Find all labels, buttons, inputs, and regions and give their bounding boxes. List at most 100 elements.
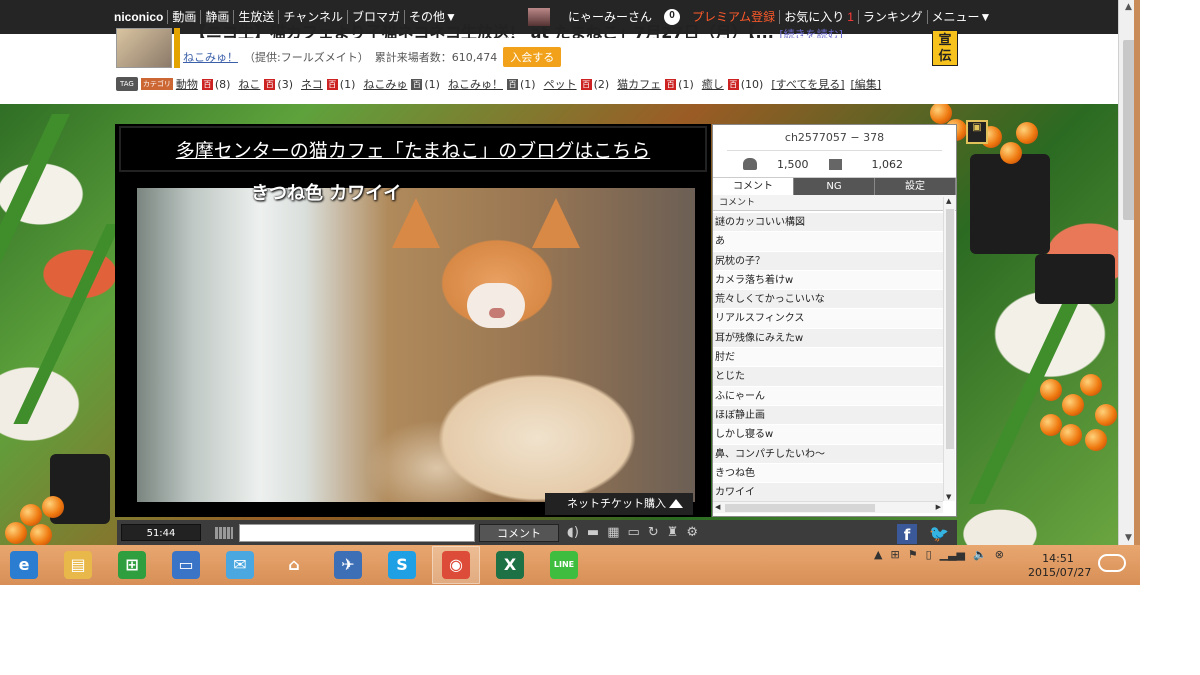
comment-row[interactable]: きつね色 — [713, 463, 943, 484]
video-stream[interactable] — [137, 188, 695, 502]
tag-link[interactable]: ねこみゅ！ — [448, 76, 503, 92]
encyclopedia-icon[interactable]: 百 — [727, 78, 739, 90]
scroll-thumb[interactable] — [946, 209, 954, 449]
community-thumbnail[interactable] — [116, 28, 172, 68]
windows-icon[interactable]: ⊞ — [890, 548, 899, 561]
scroll-down-icon[interactable]: ▼ — [1125, 533, 1132, 543]
comment-row[interactable]: 謎のカッコいい構図 — [713, 213, 943, 233]
taskbar-app-lenovo[interactable]: ▭ — [162, 546, 210, 584]
taskbar-app-thunderbird[interactable]: ✈ — [324, 546, 372, 584]
scroll-left-icon[interactable]: ◀ — [715, 503, 720, 511]
tag-link[interactable]: ペット — [544, 76, 577, 92]
comment-row[interactable]: ほぼ静止画 — [713, 405, 943, 426]
settings-icon[interactable]: ⚙ — [686, 525, 698, 540]
keyboard-icon[interactable] — [215, 526, 233, 539]
promote-badge[interactable]: 宣伝 — [932, 30, 958, 66]
speaker-icon[interactable]: 🔈 — [973, 548, 987, 561]
community-link[interactable]: ねこみゅ！ — [183, 49, 238, 65]
close-circle-icon[interactable]: ⊗ — [995, 548, 1004, 561]
scroll-up-icon[interactable]: ▲ — [946, 197, 951, 205]
tag-link[interactable]: 猫カフェ — [617, 76, 661, 92]
twitter-icon[interactable]: 🐦 — [929, 524, 949, 544]
scroll-down-icon[interactable]: ▼ — [946, 493, 951, 501]
scroll-up-icon[interactable]: ▲ — [1125, 2, 1132, 12]
tag-link[interactable]: ねこ — [238, 76, 260, 92]
tray-expand-icon[interactable]: ▲ — [874, 548, 882, 561]
comment-submit-button[interactable]: コメント — [479, 523, 559, 542]
taskbar-app-skype[interactable]: S — [378, 546, 426, 584]
comment-horizontal-scrollbar[interactable]: ◀ ▶ — [713, 501, 943, 513]
premium-link[interactable]: プレミアム登録 — [688, 10, 781, 24]
nav-item[interactable]: 生放送 — [234, 10, 280, 24]
net-ticket-button[interactable]: ネットチケット購入 — [545, 493, 693, 515]
taskbar-app-home[interactable]: ⌂ — [270, 546, 318, 584]
facebook-icon[interactable]: f — [897, 524, 917, 544]
taskbar-app-mail[interactable]: ✉ — [216, 546, 264, 584]
comment-row[interactable]: 荒々しくてかっこいいな — [713, 290, 943, 310]
battery-icon[interactable]: ▯ — [926, 548, 932, 561]
nav-item[interactable]: 静画 — [201, 10, 235, 24]
encyclopedia-icon[interactable]: 百 — [506, 78, 518, 90]
encyclopedia-icon[interactable]: 百 — [580, 78, 592, 90]
favorites-link[interactable]: お気に入り 1 — [780, 10, 859, 24]
encyclopedia-icon[interactable]: 百 — [665, 78, 677, 90]
scroll-thumb[interactable] — [725, 504, 875, 512]
taskbar-app-excel[interactable]: X — [486, 546, 534, 584]
comment-row[interactable]: 耳が残像にみえたw — [713, 328, 943, 349]
encyclopedia-icon[interactable]: 百 — [201, 78, 213, 90]
screen-mode-icon[interactable]: ▭ — [628, 525, 640, 540]
read-more-link[interactable]: [続きを読む] — [779, 28, 843, 38]
encyclopedia-icon[interactable]: 百 — [264, 78, 276, 90]
nav-item[interactable]: 動画 — [168, 10, 202, 24]
comment-row[interactable]: カワイイ — [713, 483, 943, 501]
comment-row[interactable]: とじた — [713, 367, 943, 387]
taskbar-app-store[interactable]: ⊞ — [108, 546, 156, 584]
comment-row[interactable]: カメラ落ち着けw — [713, 270, 943, 291]
quality-icon[interactable]: ▦ — [607, 525, 619, 540]
tab-settings[interactable]: 設定 — [875, 178, 956, 195]
gift-icon[interactable]: ▣ — [966, 120, 988, 144]
comment-list[interactable]: 謎のカッコいい構図あ尻枕の子？ カメラ落ち着けw 荒々しくてかっこいいな リアルスフィ… — [713, 213, 943, 501]
comment-list-header[interactable]: コメント — [713, 195, 956, 211]
notification-badge[interactable]: 0 — [664, 9, 681, 25]
comment-row[interactable]: リアルスフィンクス — [713, 309, 943, 329]
clock[interactable]: 14:51 2015/07/27 — [1028, 552, 1091, 580]
game-icon[interactable]: ♜ — [667, 525, 679, 540]
tag-link[interactable]: ねこみゅ — [363, 76, 407, 92]
scroll-right-icon[interactable]: ▶ — [936, 503, 941, 511]
comment-row[interactable]: 鼻、コンパチしたいわ〜 — [713, 444, 943, 464]
flag-icon[interactable]: ⚑ — [908, 548, 918, 561]
tag-link[interactable]: 癒し — [702, 76, 724, 92]
join-button[interactable]: 入会する — [503, 47, 562, 67]
taskbar-app-file-explorer[interactable]: ▤ — [54, 546, 102, 584]
tab-comments[interactable]: コメント — [713, 178, 794, 195]
nav-item[interactable]: niconico — [110, 10, 169, 24]
encyclopedia-icon[interactable]: 百 — [326, 78, 338, 90]
nav-item[interactable]: その他▼ — [405, 10, 461, 24]
comment-row[interactable]: しかし寝るw — [713, 425, 943, 445]
player-banner-link[interactable]: 多摩センターの猫カフェ「たまねこ」のブログはこちら — [119, 126, 707, 172]
reload-icon[interactable]: ↻ — [648, 525, 659, 540]
tag-link[interactable]: 動物 — [176, 76, 198, 92]
comment-row[interactable]: 尻枕の子？ — [713, 251, 943, 271]
comment-row[interactable]: あ — [713, 232, 943, 252]
tab-ng[interactable]: NG — [794, 178, 875, 195]
username[interactable]: にゃーみーさん — [564, 10, 656, 24]
volume-icon[interactable]: ◖) — [567, 525, 579, 540]
comment-input[interactable] — [239, 523, 475, 542]
taskbar-app-internet-explorer[interactable]: e — [0, 546, 48, 584]
edit-tags-link[interactable]: [編集] — [851, 76, 882, 92]
taskbar-app-line[interactable]: LINE — [540, 546, 588, 584]
comment-row[interactable]: ふにゃーん — [713, 386, 943, 406]
see-all-tags-link[interactable]: [すべてを見る] — [771, 76, 844, 92]
taskbar-app-chrome[interactable]: ◉ — [432, 546, 480, 584]
nav-item[interactable]: ブロマガ — [348, 10, 406, 24]
menu-link[interactable]: メニュー▼ — [928, 10, 996, 24]
encyclopedia-icon[interactable]: 百 — [411, 78, 423, 90]
tag-link[interactable]: ネコ — [301, 76, 323, 92]
comment-toggle-icon[interactable]: ▬ — [587, 525, 599, 540]
nav-item[interactable]: チャンネル — [279, 10, 349, 24]
signal-icon[interactable]: ▁▃▅ — [940, 548, 965, 561]
cloud-icon[interactable] — [1098, 554, 1126, 572]
comment-vertical-scrollbar[interactable]: ▲ ▼ — [943, 197, 955, 501]
